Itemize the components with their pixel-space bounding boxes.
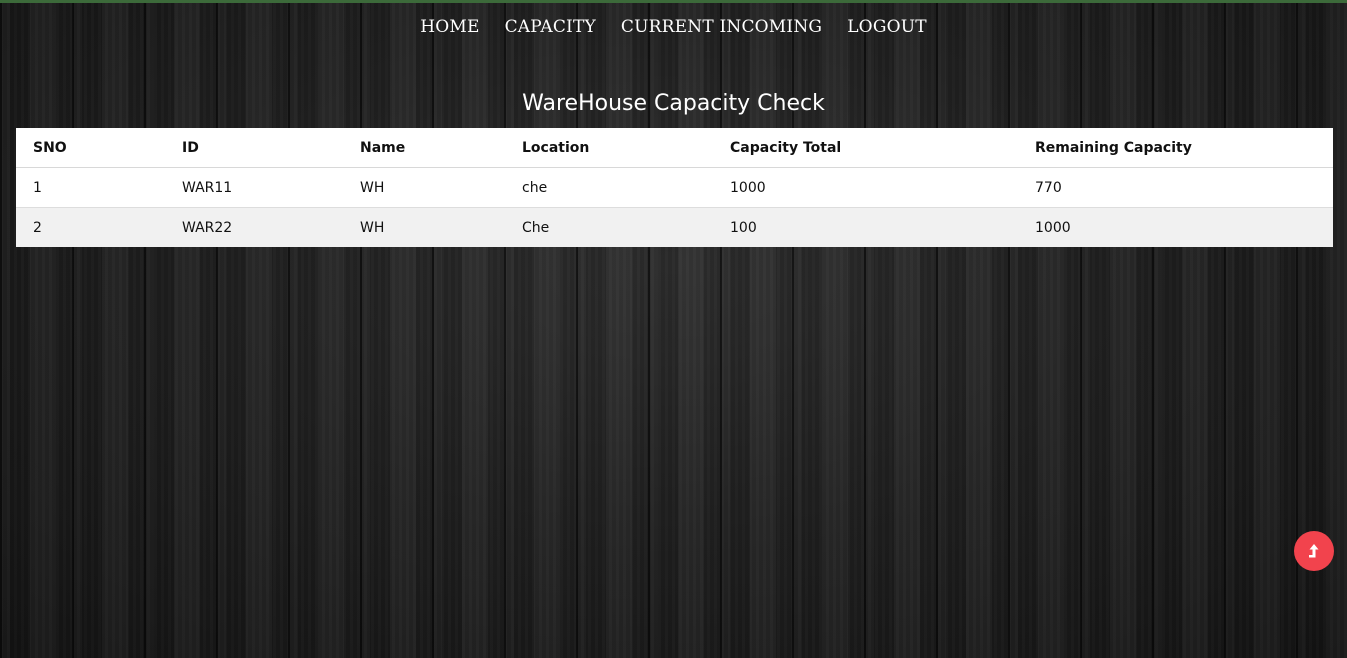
cell-remaining-capacity: 1000 [1018,207,1333,247]
cell-capacity-total: 100 [713,207,1018,247]
main-navigation: HOME CAPACITY CURRENT INCOMING LOGOUT [0,15,1347,39]
cell-sno: 1 [16,167,165,208]
table-header: SNO ID Name Location Capacity Total Rema… [16,128,1333,168]
table-body: 1 WAR11 WH che 1000 770 2 WAR22 WH Che 1… [16,167,1333,247]
column-header-name: Name [343,128,505,168]
column-header-capacity-total: Capacity Total [713,128,1018,168]
scroll-to-top-button[interactable] [1294,531,1334,571]
cell-location: che [505,167,713,208]
cell-remaining-capacity: 770 [1018,167,1333,208]
table-row: 1 WAR11 WH che 1000 770 [16,167,1333,208]
column-header-id: ID [165,128,343,168]
nav-link-logout[interactable]: LOGOUT [847,15,927,39]
warehouse-capacity-table: SNO ID Name Location Capacity Total Rema… [16,128,1333,247]
column-header-sno: SNO [16,128,165,168]
top-accent-strip [0,0,1347,3]
column-header-location: Location [505,128,713,168]
cell-capacity-total: 1000 [713,167,1018,208]
table-row: 2 WAR22 WH Che 100 1000 [16,207,1333,247]
cell-name: WH [343,207,505,247]
cell-sno: 2 [16,207,165,247]
cell-name: WH [343,167,505,208]
nav-link-home[interactable]: HOME [420,15,479,39]
arrow-up-icon [1307,543,1321,559]
table-header-row: SNO ID Name Location Capacity Total Rema… [16,128,1333,168]
nav-link-current-incoming[interactable]: CURRENT INCOMING [621,15,822,39]
page-title: WareHouse Capacity Check [522,91,825,116]
cell-location: Che [505,207,713,247]
nav-link-capacity[interactable]: CAPACITY [505,15,596,39]
cell-id: WAR22 [165,207,343,247]
warehouse-capacity-table-container: SNO ID Name Location Capacity Total Rema… [16,128,1333,247]
cell-id: WAR11 [165,167,343,208]
column-header-remaining-capacity: Remaining Capacity [1018,128,1333,168]
